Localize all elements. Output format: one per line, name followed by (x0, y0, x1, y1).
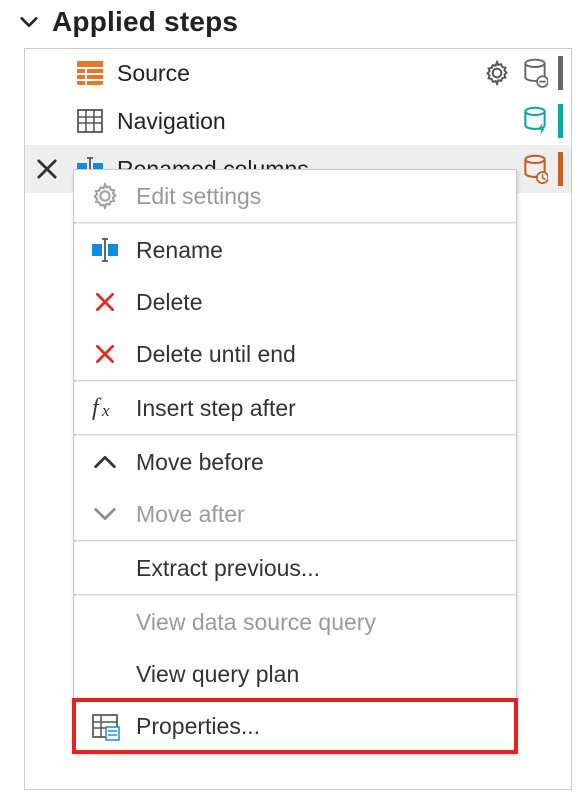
menu-item-move-after: Move after (74, 488, 516, 540)
blank-icon (80, 545, 130, 591)
menu-item-label: Move after (130, 501, 245, 528)
menu-item-properties[interactable]: Properties... (74, 700, 516, 752)
menu-item-delete-until-end[interactable]: Delete until end (74, 328, 516, 380)
menu-item-label: Properties... (130, 713, 260, 740)
applied-steps-header[interactable]: Applied steps (0, 0, 581, 48)
delete-step-icon[interactable] (33, 155, 61, 183)
x-red-icon (80, 331, 130, 377)
step-navigation[interactable]: Navigation (25, 97, 571, 145)
status-stripe (558, 56, 563, 90)
menu-item-label: Delete (130, 289, 202, 316)
menu-item-extract-previous[interactable]: Extract previous... (74, 542, 516, 594)
menu-item-label: View data source query (130, 609, 376, 636)
barrel-bolt-icon (520, 106, 550, 136)
step-source[interactable]: Source (25, 49, 571, 97)
section-title: Applied steps (52, 6, 238, 38)
barrel-clock-icon (520, 154, 550, 184)
gear-icon (80, 173, 130, 219)
source-table-icon (75, 58, 105, 88)
step-context-menu: Edit settings Rename Delete (73, 169, 517, 753)
menu-item-view-query-plan[interactable]: View query plan (74, 648, 516, 700)
rename-columns-icon (80, 227, 130, 273)
applied-steps-panel: Source (24, 48, 572, 790)
menu-item-label: Delete until end (130, 341, 296, 368)
chevron-down-icon (18, 11, 40, 33)
fx-icon: f x (80, 385, 130, 431)
chevron-up-icon (80, 439, 130, 485)
blank-icon (80, 651, 130, 697)
barrel-icon (520, 58, 550, 88)
step-right-icons (520, 152, 563, 186)
gear-icon[interactable] (482, 58, 512, 88)
menu-item-move-before[interactable]: Move before (74, 436, 516, 488)
table-props-icon (80, 703, 130, 749)
x-red-icon (80, 279, 130, 325)
step-label: Source (117, 60, 190, 87)
step-right-icons (482, 56, 563, 90)
step-right-icons (520, 104, 563, 138)
menu-item-label: Edit settings (130, 183, 261, 210)
menu-item-edit-settings: Edit settings (74, 170, 516, 222)
menu-item-label: Insert step after (130, 395, 296, 422)
menu-item-delete[interactable]: Delete (74, 276, 516, 328)
step-label: Navigation (117, 108, 226, 135)
blank-icon (80, 599, 130, 645)
status-stripe (558, 104, 563, 138)
svg-text:x: x (101, 401, 110, 420)
table-icon (75, 106, 105, 136)
menu-item-label: View query plan (130, 661, 299, 688)
menu-item-rename[interactable]: Rename (74, 224, 516, 276)
menu-item-label: Rename (130, 237, 223, 264)
svg-text:f: f (92, 395, 102, 421)
menu-item-label: Move before (130, 449, 264, 476)
menu-item-label: Extract previous... (130, 555, 320, 582)
menu-item-insert-step-after[interactable]: f x Insert step after (74, 382, 516, 434)
menu-item-view-data-source-query: View data source query (74, 596, 516, 648)
status-stripe (558, 152, 563, 186)
chevron-down-icon (80, 491, 130, 537)
